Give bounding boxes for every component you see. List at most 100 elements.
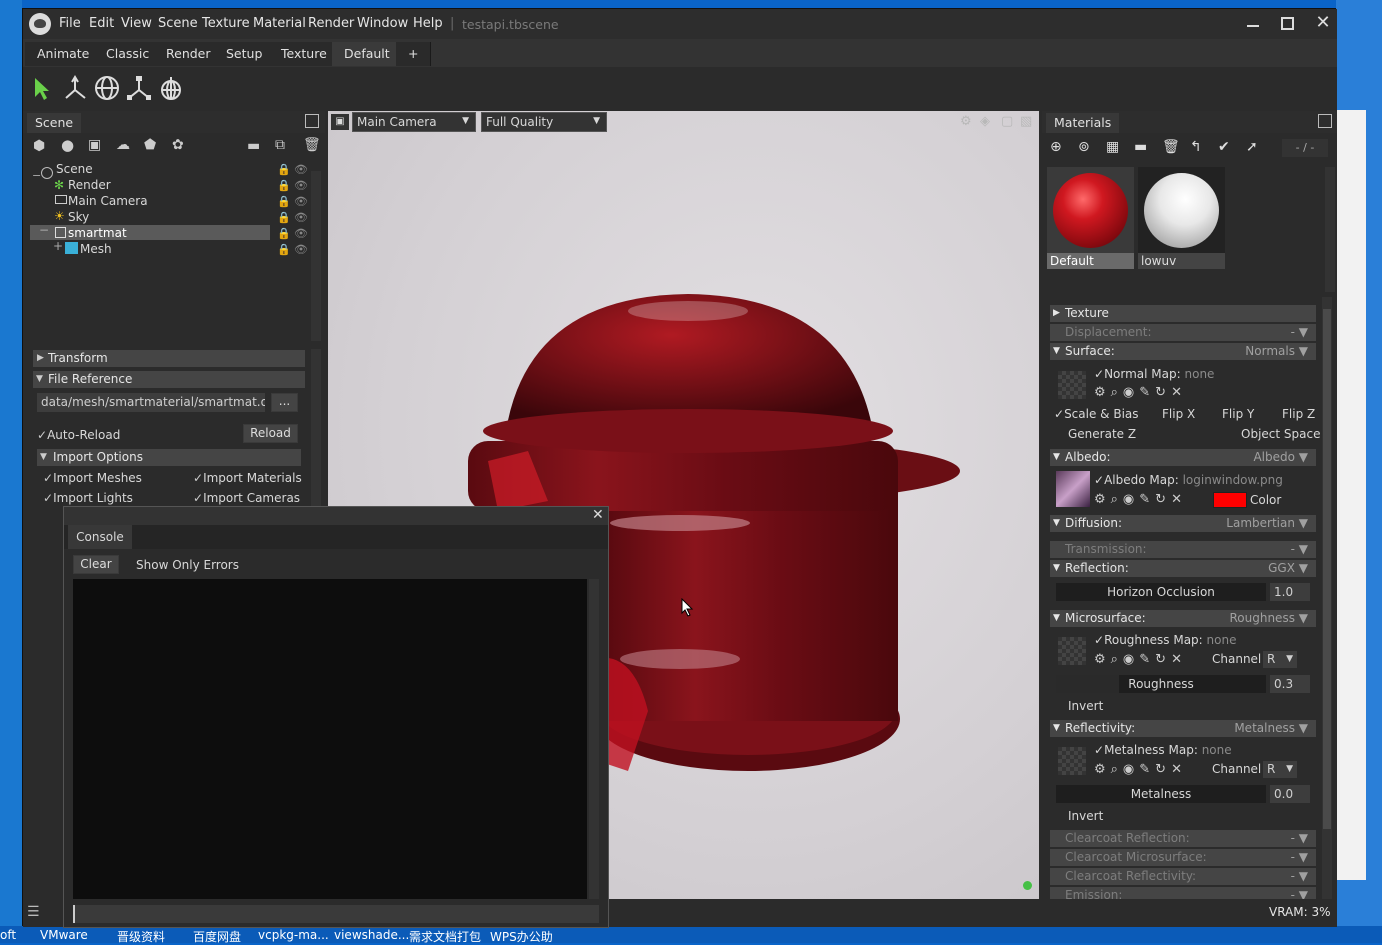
rotate-globe-icon[interactable]	[94, 75, 120, 101]
import-materials-checkbox[interactable]: ✓Import Materials	[193, 471, 302, 485]
tab-texture[interactable]: Texture	[269, 42, 340, 66]
properties-scrollbar[interactable]	[311, 349, 321, 509]
screenshot-icon[interactable]: ▧	[1020, 114, 1032, 129]
map-tool-icons[interactable]: ⚙⌕◉✎↻✕	[1094, 492, 1187, 507]
apply-icon[interactable]: ✔	[1218, 139, 1230, 155]
texture-section[interactable]: ▶ Texture	[1050, 305, 1316, 322]
taskbar-item[interactable]: WPS办公助	[490, 928, 553, 945]
add-material-icon[interactable]: ✿	[172, 138, 184, 152]
reload-button[interactable]: Reload	[243, 424, 298, 443]
roughness-invert-checkbox[interactable]: Invert	[1068, 699, 1103, 713]
taskbar-item[interactable]: 百度网盘	[193, 928, 241, 945]
clear-button[interactable]: Clear	[73, 555, 119, 574]
console-scrollbar[interactable]	[589, 579, 599, 899]
taskbar-item[interactable]: VMware	[40, 928, 88, 942]
normal-map-thumbnail[interactable]	[1058, 371, 1086, 399]
import-meshes-checkbox[interactable]: ✓Import Meshes	[43, 471, 142, 485]
material-thumbnail-default[interactable]: Default	[1047, 167, 1134, 269]
add-camera-icon[interactable]: ▣	[88, 138, 101, 152]
properties-scrollbar[interactable]	[1322, 297, 1332, 899]
flip-z-checkbox[interactable]: Flip Z	[1282, 407, 1315, 421]
popout-icon[interactable]	[305, 114, 319, 128]
move-axes-icon[interactable]	[62, 75, 88, 101]
add-object-icon[interactable]: ⬢	[33, 139, 45, 153]
close-icon[interactable]: ✕	[592, 507, 604, 523]
tree-item-render[interactable]: Render	[68, 178, 111, 192]
metalness-invert-checkbox[interactable]: Invert	[1068, 809, 1103, 823]
taskbar-item[interactable]: 晋级资料	[117, 928, 165, 945]
import-lights-checkbox[interactable]: ✓Import Lights	[43, 491, 133, 505]
roughness-slider[interactable]: Roughness	[1056, 675, 1266, 693]
reflectivity-section[interactable]: ▼ Reflectivity: Metalness ▼	[1050, 720, 1316, 737]
microsurface-section[interactable]: ▼ Microsurface: Roughness ▼	[1050, 610, 1316, 627]
export-icon[interactable]: ➚	[1246, 139, 1258, 155]
tab-add[interactable]: +	[396, 42, 432, 66]
scale-axes-icon[interactable]	[126, 75, 152, 101]
metalness-value[interactable]: 0.0	[1270, 785, 1310, 803]
flip-x-checkbox[interactable]: Flip X	[1162, 407, 1195, 421]
trash-icon[interactable]: 🗑	[1162, 139, 1180, 155]
popout-icon[interactable]	[1318, 114, 1332, 128]
generate-z-checkbox[interactable]: Generate Z	[1068, 427, 1136, 441]
roughness-value[interactable]: 0.3	[1270, 675, 1310, 693]
flip-y-checkbox[interactable]: Flip Y	[1222, 407, 1254, 421]
menu-view[interactable]: View	[121, 16, 152, 31]
settings-icon[interactable]: ⚙	[960, 114, 972, 129]
frame-icon[interactable]: ▢	[1001, 114, 1013, 129]
metalness-slider[interactable]: Metalness	[1056, 785, 1266, 803]
tree-item-main-camera[interactable]: Main Camera	[68, 194, 148, 208]
tab-animate[interactable]: Animate	[25, 42, 103, 66]
transmission-section[interactable]: Transmission: - ▼	[1050, 541, 1316, 558]
checker-icon[interactable]: ▦	[1106, 139, 1119, 155]
add-sky-icon[interactable]: ☁	[116, 138, 130, 152]
camera-dropdown[interactable]: Main Camera ▼	[352, 112, 476, 132]
close-window-icon[interactable]: ✕	[1313, 12, 1333, 34]
menu-edit[interactable]: Edit	[89, 16, 114, 31]
displacement-section[interactable]: Displacement: - ▼	[1050, 324, 1316, 341]
tree-item-mesh[interactable]: Mesh	[80, 242, 112, 256]
maximize-icon[interactable]	[1281, 17, 1294, 30]
thumbnail-scrollbar[interactable]	[1325, 167, 1335, 292]
add-shape-icon[interactable]: ⬟	[144, 138, 156, 152]
show-errors-checkbox[interactable]: Show Only Errors	[136, 558, 239, 572]
menu-material[interactable]: Material	[253, 16, 306, 31]
camera-icon[interactable]: ▣	[331, 114, 349, 130]
menu-render[interactable]: Render	[308, 16, 354, 31]
horizon-occlusion-value[interactable]: 1.0	[1270, 583, 1310, 601]
tab-classic[interactable]: Classic	[94, 42, 163, 66]
folder-icon[interactable]: ▬	[1134, 139, 1147, 155]
metalness-channel-select[interactable]: R ▼	[1263, 761, 1297, 778]
clearcoat-reflectivity-section[interactable]: Clearcoat Reflectivity: - ▼	[1050, 868, 1316, 885]
tree-item-sky[interactable]: Sky	[68, 210, 89, 224]
clearcoat-reflection-section[interactable]: Clearcoat Reflection: - ▼	[1050, 830, 1316, 847]
transform-section[interactable]: ▶ Transform	[33, 350, 305, 367]
tree-item-scene[interactable]: Scene	[56, 162, 93, 176]
pivot-sphere-icon[interactable]	[158, 75, 184, 101]
scale-bias-checkbox[interactable]: ✓Scale & Bias	[1054, 407, 1139, 421]
quality-dropdown[interactable]: Full Quality ▼	[481, 112, 607, 132]
tree-scrollbar[interactable]	[311, 171, 321, 341]
taskbar-item[interactable]: oft	[0, 928, 16, 942]
auto-reload-checkbox[interactable]: ✓Auto-Reload	[37, 428, 120, 442]
import-cameras-checkbox[interactable]: ✓Import Cameras	[193, 491, 300, 505]
menu-scene[interactable]: Scene	[158, 16, 198, 31]
taskbar-item[interactable]: vcpkg-ma...	[258, 928, 329, 942]
reflection-section[interactable]: ▼ Reflection: GGX ▼	[1050, 560, 1316, 577]
console-input[interactable]	[73, 905, 599, 923]
browse-button[interactable]: ...	[271, 393, 298, 412]
import-options-section[interactable]: ▼ Import Options	[37, 449, 301, 466]
tree-item-smartmat[interactable]: smartmat	[68, 226, 127, 240]
menu-texture[interactable]: Texture	[202, 16, 250, 31]
trash-icon[interactable]: 🗑	[303, 138, 321, 152]
diffusion-section[interactable]: ▼ Diffusion: Lambertian ▼	[1050, 515, 1316, 532]
taskbar-item[interactable]: viewshade...	[334, 928, 409, 942]
albedo-color-swatch[interactable]	[1213, 492, 1247, 508]
roughness-channel-select[interactable]: R ▼	[1263, 651, 1297, 668]
folder-icon[interactable]: ▬	[247, 139, 260, 153]
minimize-icon[interactable]	[1247, 25, 1259, 27]
log-menu-icon[interactable]: ☰	[27, 904, 40, 920]
duplicate-material-icon[interactable]: ⊚	[1078, 139, 1090, 155]
clearcoat-microsurface-section[interactable]: Clearcoat Microsurface: - ▼	[1050, 849, 1316, 866]
console-tab[interactable]: Console	[68, 525, 132, 549]
lock-icon[interactable]: 🔒 🔒 🔒 🔒 🔒 🔒	[277, 162, 291, 258]
